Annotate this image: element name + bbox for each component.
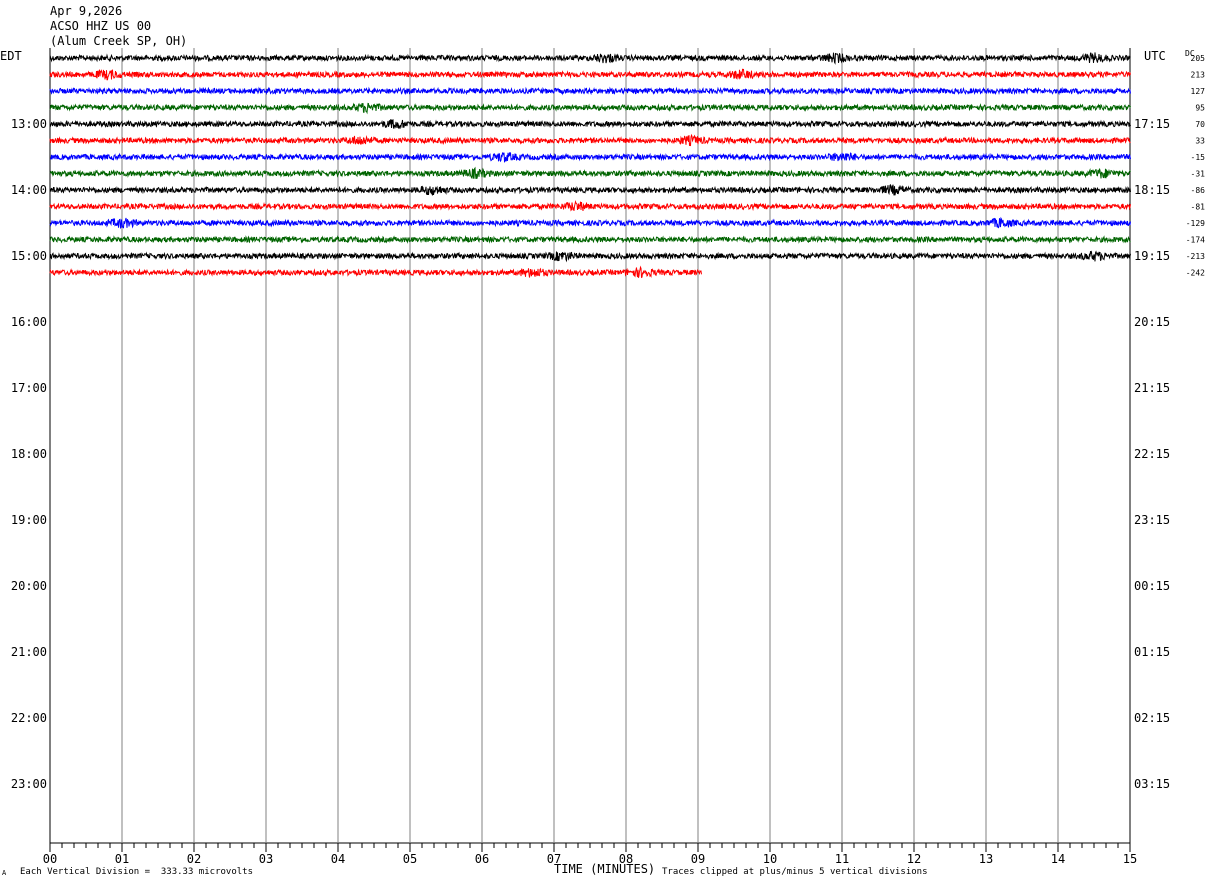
trace-row-9 [49, 200, 1131, 212]
dc-offset-label: -81 [1191, 203, 1206, 212]
right-hour-label: 23:15 [1134, 513, 1170, 527]
right-hour-label: 20:15 [1134, 315, 1170, 329]
x-tick-label: 14 [1051, 852, 1065, 866]
corner-mark: A [2, 869, 7, 877]
left-hour-label: 21:00 [11, 645, 47, 659]
dc-offset-label: -86 [1191, 186, 1206, 195]
x-tick-label: 06 [475, 852, 489, 866]
trace-row-3 [49, 102, 1131, 115]
right-hour-label: 03:15 [1134, 777, 1170, 791]
trace-row-2 [49, 86, 1131, 96]
trace-row-8 [49, 183, 1131, 196]
right-hour-label: 19:15 [1134, 249, 1170, 263]
x-tick-label: 13 [979, 852, 993, 866]
trace-row-12 [49, 250, 1131, 263]
trace-row-1 [49, 68, 1131, 81]
left-hour-label: 17:00 [11, 381, 47, 395]
right-hour-label: 22:15 [1134, 447, 1170, 461]
left-hour-label: 22:00 [11, 711, 47, 725]
right-hour-label: 00:15 [1134, 579, 1170, 593]
left-hour-label: 14:00 [11, 183, 47, 197]
dc-offset-label: -31 [1191, 170, 1206, 179]
dc-offset-label: 213 [1191, 71, 1206, 80]
x-tick-label: 02 [187, 852, 201, 866]
left-hour-label: 19:00 [11, 513, 47, 527]
trace-row-0 [49, 52, 1131, 65]
right-hour-label: 17:15 [1134, 117, 1170, 131]
x-tick-label: 12 [907, 852, 921, 866]
dc-offset-label: -242 [1186, 269, 1205, 278]
right-hour-label: 21:15 [1134, 381, 1170, 395]
dc-offset-label: -213 [1186, 252, 1205, 261]
x-tick-label: 00 [43, 852, 57, 866]
dc-offset-label: 33 [1195, 137, 1205, 146]
left-hour-label: 20:00 [11, 579, 47, 593]
x-tick-label: 09 [691, 852, 705, 866]
x-tick-label: 01 [115, 852, 129, 866]
dc-offset-label: 205 [1191, 54, 1206, 63]
dc-offset-label: -129 [1186, 219, 1205, 228]
trace-row-13 [49, 265, 702, 279]
trace-row-11 [49, 235, 1131, 244]
scale-note: Each Vertical Division = 333.33 microvol… [20, 867, 253, 877]
x-axis-title: TIME (MINUTES) [554, 862, 656, 876]
left-hour-label: 23:00 [11, 777, 47, 791]
x-tick-label: 10 [763, 852, 777, 866]
left-hour-label: 13:00 [11, 117, 47, 131]
trace-row-4 [49, 119, 1131, 130]
left-hour-label: 16:00 [11, 315, 47, 329]
clip-note: Traces clipped at plus/minus 5 vertical … [662, 867, 928, 877]
x-tick-label: 04 [331, 852, 345, 866]
x-tick-label: 05 [403, 852, 417, 866]
left-hour-label: 18:00 [11, 447, 47, 461]
trace-row-5 [49, 133, 1131, 147]
x-tick-label: 11 [835, 852, 849, 866]
right-timezone-label: UTC [1144, 49, 1166, 63]
trace-row-6 [49, 152, 1131, 164]
dc-offset-label: -15 [1191, 153, 1206, 162]
right-hour-label: 02:15 [1134, 711, 1170, 725]
x-tick-label: 03 [259, 852, 273, 866]
left-timezone-label: EDT [0, 49, 22, 63]
dc-offset-label: 127 [1191, 87, 1206, 96]
trace-row-10 [49, 216, 1131, 229]
x-tick-label: 15 [1123, 852, 1137, 866]
dc-offset-label: -174 [1186, 236, 1205, 245]
helicorder-chart: 00 01 02 03 04 05 06 07 08 09 10 11 12 13 14 15EDT UTC DC… [0, 48, 1206, 866]
right-hour-label: 18:15 [1134, 183, 1170, 197]
dc-offset-label: 95 [1195, 104, 1205, 113]
left-hour-label: 15:00 [11, 249, 47, 263]
dc-offset-label: 70 [1195, 120, 1205, 129]
right-hour-label: 01:15 [1134, 645, 1170, 659]
trace-row-7 [49, 166, 1131, 179]
